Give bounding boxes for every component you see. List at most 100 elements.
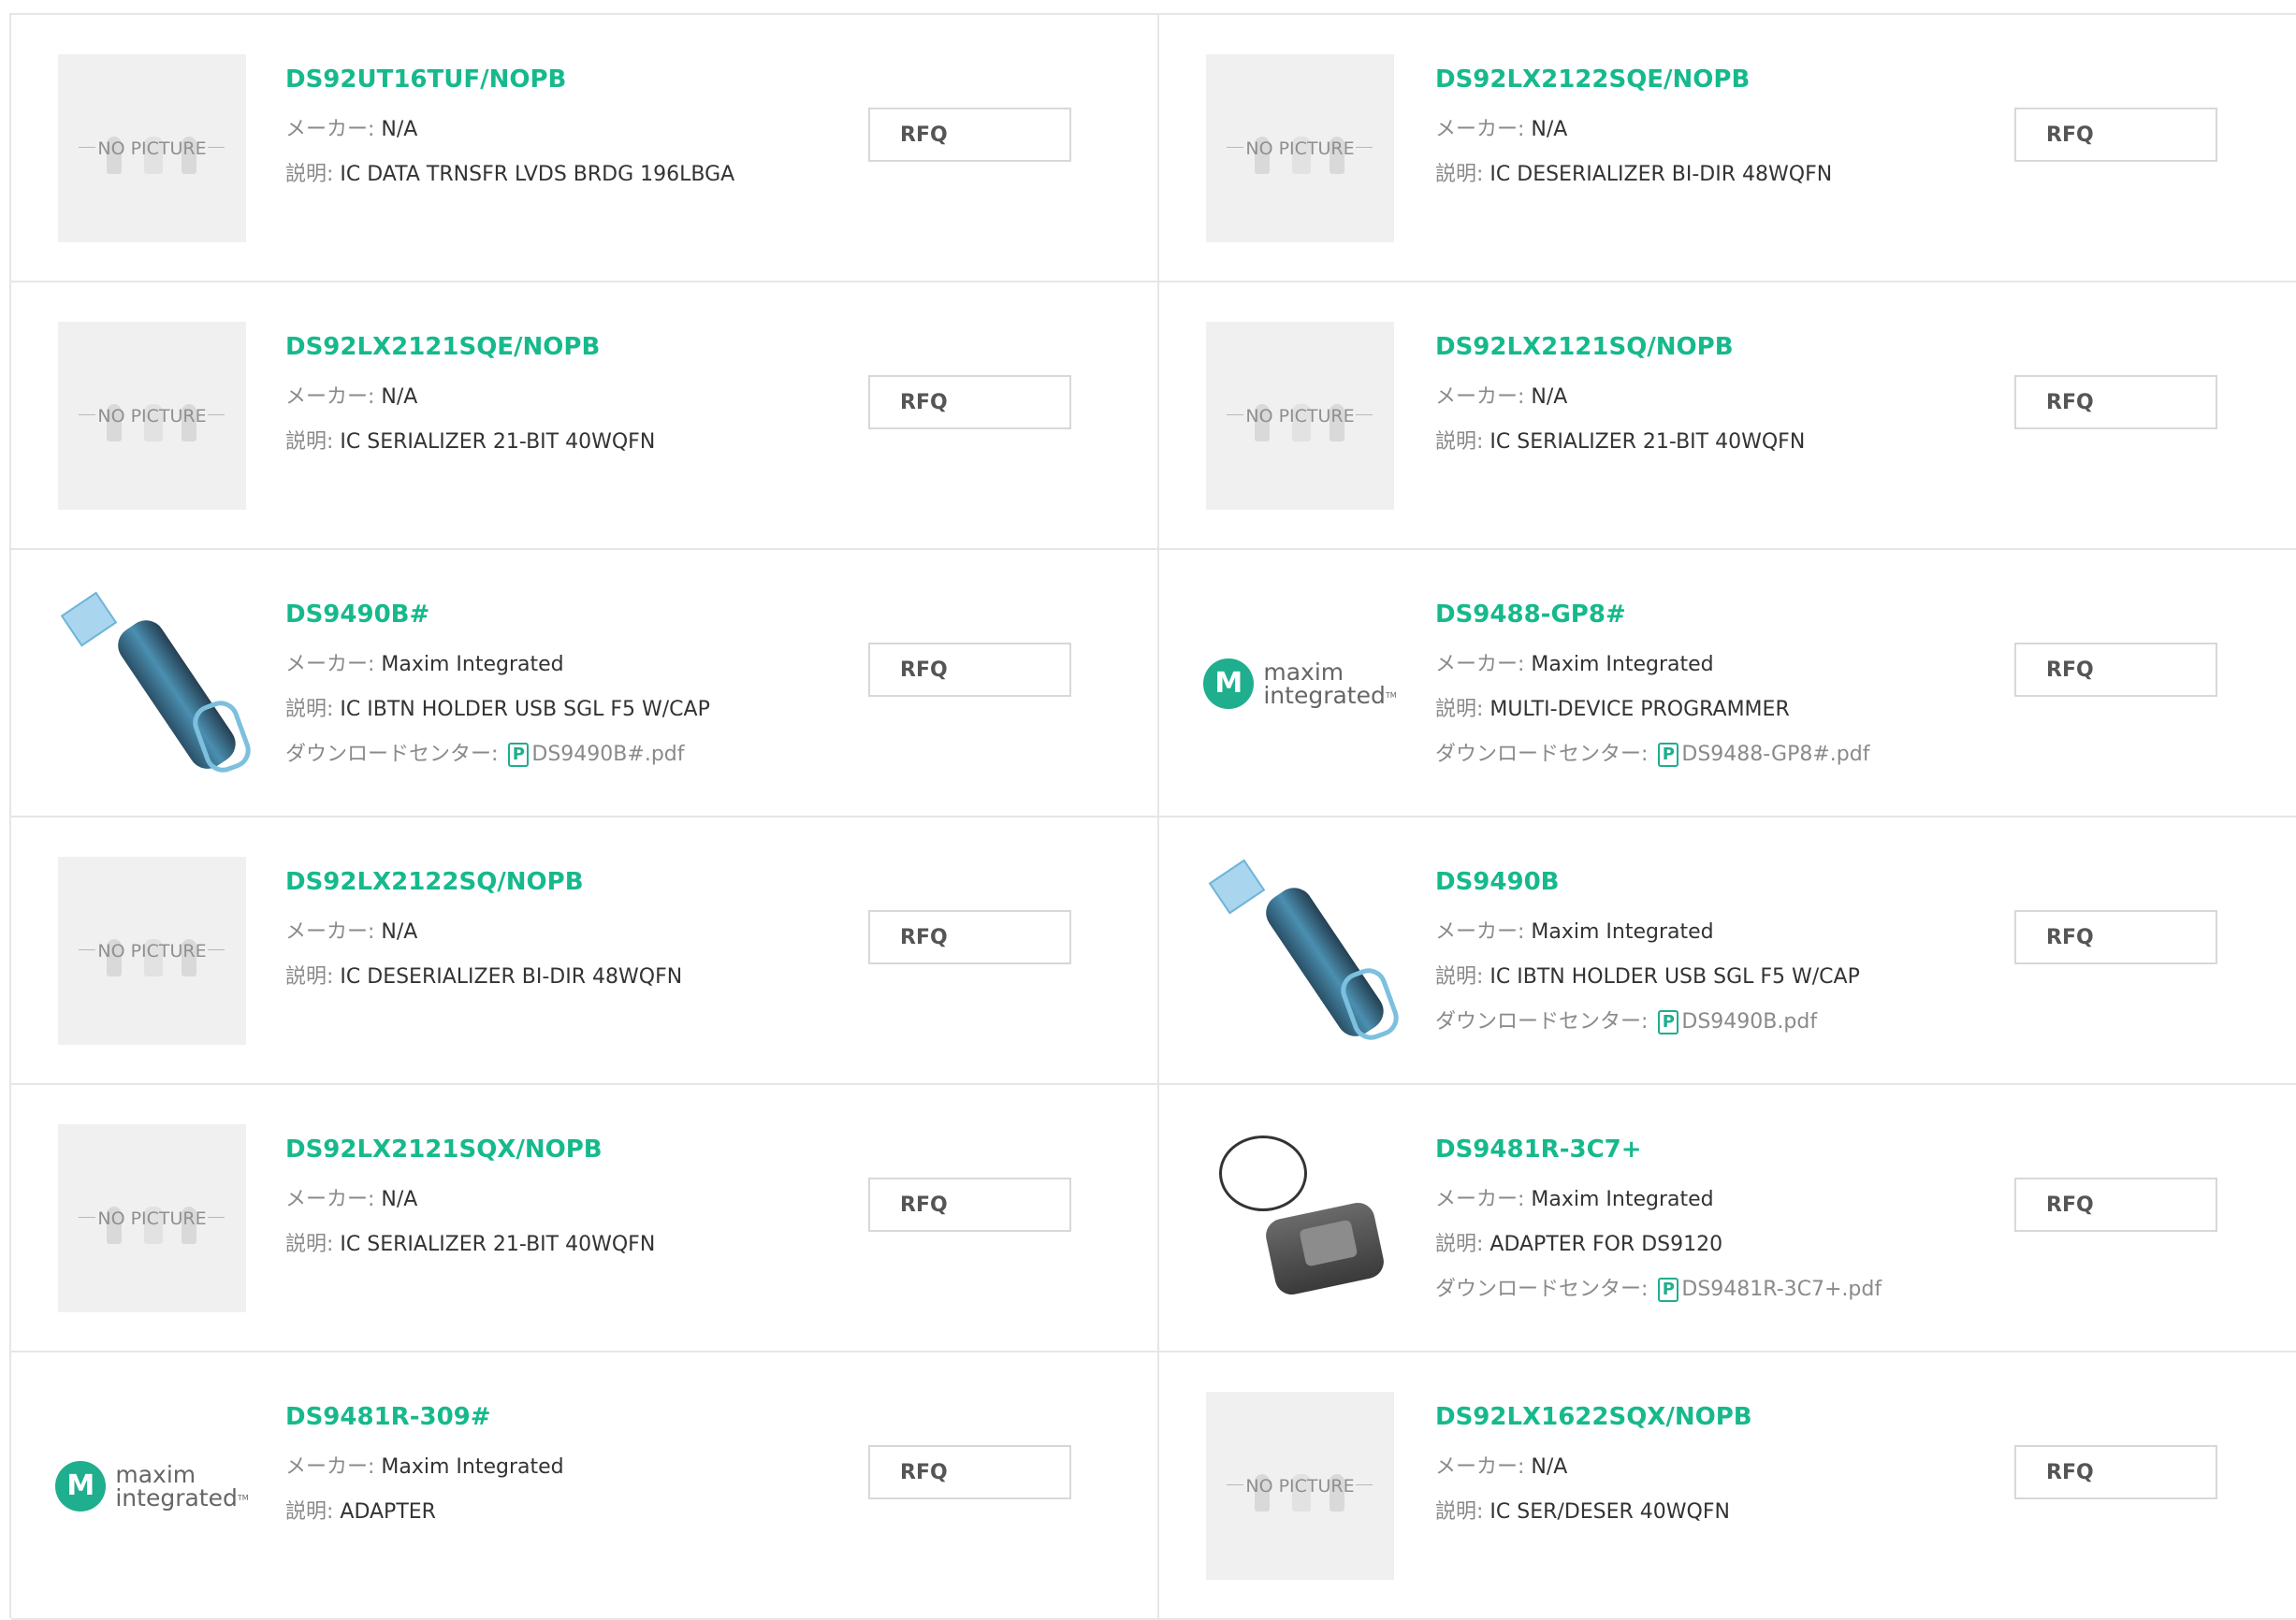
datasheet-pdf-link[interactable]: DS9490B#.pdf xyxy=(531,743,684,766)
no-picture-placeholder[interactable]: NO PICTURE xyxy=(1206,54,1394,242)
description-label: 説明: xyxy=(1435,1500,1490,1524)
description-value: ADAPTER FOR DS9120 xyxy=(1489,1233,1723,1256)
product-part-link[interactable]: DS9481R-3C7+ xyxy=(1435,1135,2015,1164)
maker-label: メーカー: xyxy=(1435,920,1532,944)
rfq-button[interactable]: RFQ xyxy=(868,375,1071,429)
rfq-button[interactable]: RFQ xyxy=(868,643,1071,697)
maxim-logo-line2-text: integrated xyxy=(115,1483,238,1512)
rfq-button[interactable]: RFQ xyxy=(2014,1178,2217,1232)
product-part-link[interactable]: DS92LX2121SQX/NOPB xyxy=(285,1135,877,1164)
trademark-mark: TM xyxy=(237,1493,249,1502)
datasheet-pdf-link[interactable]: DS9481R-3C7+.pdf xyxy=(1681,1278,1882,1301)
description-row: 説明: IC SER/DESER 40WQFN xyxy=(1435,1495,2015,1525)
product-thumbnail[interactable] xyxy=(1206,857,1404,1046)
rfq-button[interactable]: RFQ xyxy=(2014,1445,2217,1499)
product-part-link[interactable]: DS92LX2122SQE/NOPB xyxy=(1435,65,2015,94)
rfq-button[interactable]: RFQ xyxy=(2014,643,2217,697)
product-part-link[interactable]: DS9490B xyxy=(1435,868,2015,896)
pdf-icon: P xyxy=(1658,1278,1679,1302)
product-card: NO PICTURE DS92LX2121SQE/NOPB メーカー: N/A 説明:… xyxy=(11,282,1159,550)
rfq-button[interactable]: RFQ xyxy=(2014,375,2217,429)
product-info: DS92LX2121SQX/NOPB メーカー: N/A 説明: IC SERIAL… xyxy=(285,1135,877,1272)
maker-value: N/A xyxy=(381,920,418,944)
maker-value: Maxim Integrated xyxy=(1531,1188,1714,1211)
no-picture-text: NO PICTURE xyxy=(1245,406,1355,427)
maker-value: Maxim Integrated xyxy=(381,653,564,676)
maker-row: メーカー: Maxim Integrated xyxy=(285,647,877,677)
description-row: 説明: IC IBTN HOLDER USB SGL F5 W/CAP xyxy=(1435,960,2015,990)
product-part-link[interactable]: DS92LX1622SQX/NOPB xyxy=(1435,1403,2015,1431)
rfq-button[interactable]: RFQ xyxy=(868,108,1071,162)
no-picture-placeholder[interactable]: NO PICTURE xyxy=(58,54,246,242)
product-card: NO PICTURE DS92LX1622SQX/NOPB メーカー: N/A 説明:… xyxy=(1159,1352,2296,1620)
description-label: 説明: xyxy=(285,163,341,186)
description-label: 説明: xyxy=(1435,163,1490,186)
description-row: 説明: IC SERIALIZER 21-BIT 40WQFN xyxy=(285,425,877,455)
description-row: 説明: MULTI-DEVICE PROGRAMMER xyxy=(1435,692,2015,722)
maker-row: メーカー: N/A xyxy=(285,1182,877,1212)
no-picture-placeholder[interactable]: NO PICTURE xyxy=(58,1124,246,1312)
maker-row: メーカー: Maxim Integrated xyxy=(1435,1182,2015,1212)
rfq-button[interactable]: RFQ xyxy=(868,1445,1071,1499)
product-part-link[interactable]: DS92UT16TUF/NOPB xyxy=(285,65,877,94)
no-picture-text: NO PICTURE xyxy=(1245,138,1355,159)
usb-cap xyxy=(1208,859,1266,915)
download-label: ダウンロードセンター: xyxy=(285,743,505,766)
product-part-link[interactable]: DS9488-GP8# xyxy=(1435,600,2015,629)
datasheet-pdf-link[interactable]: DS9490B.pdf xyxy=(1681,1010,1817,1034)
pdf-icon: P xyxy=(508,743,530,767)
download-row: ダウンロードセンター: P DS9488-GP8#.pdf xyxy=(1435,737,2015,767)
product-thumbnail[interactable] xyxy=(1206,1124,1394,1312)
adapter-box xyxy=(1262,1199,1388,1298)
rfq-button[interactable]: RFQ xyxy=(2014,910,2217,964)
maker-row: メーカー: N/A xyxy=(1435,380,2015,410)
datasheet-pdf-link[interactable]: DS9488-GP8#.pdf xyxy=(1681,743,1869,766)
maker-row: メーカー: N/A xyxy=(285,915,877,945)
no-picture-placeholder[interactable]: NO PICTURE xyxy=(1206,322,1394,510)
rfq-button[interactable]: RFQ xyxy=(2014,108,2217,162)
maker-value: N/A xyxy=(381,385,418,409)
description-row: 説明: IC IBTN HOLDER USB SGL F5 W/CAP xyxy=(285,692,877,722)
product-part-link[interactable]: DS92LX2122SQ/NOPB xyxy=(285,868,877,896)
product-card: Mmaxim integratedTM DS9481R-309# メーカー: Maxi… xyxy=(11,1352,1159,1620)
maker-row: メーカー: Maxim Integrated xyxy=(1435,647,2015,677)
product-card: NO PICTURE DS92LX2121SQX/NOPB メーカー: N/A 説明:… xyxy=(11,1085,1159,1352)
maxim-logo-line2-text: integrated xyxy=(1263,681,1386,709)
product-card: NO PICTURE DS92LX2122SQ/NOPB メーカー: N/A 説明: … xyxy=(11,817,1159,1085)
product-part-link[interactable]: DS92LX2121SQ/NOPB xyxy=(1435,333,2015,361)
product-thumbnail[interactable]: Mmaxim integratedTM xyxy=(1203,589,1397,777)
maker-row: メーカー: N/A xyxy=(285,112,877,142)
description-value: IC DESERIALIZER BI-DIR 48WQFN xyxy=(340,965,683,989)
no-picture-placeholder[interactable]: NO PICTURE xyxy=(58,857,246,1045)
maker-label: メーカー: xyxy=(285,920,382,944)
download-label: ダウンロードセンター: xyxy=(1435,743,1655,766)
product-thumbnail[interactable]: Mmaxim integratedTM xyxy=(55,1392,249,1580)
description-row: 説明: IC SERIALIZER 21-BIT 40WQFN xyxy=(1435,425,2015,455)
product-part-link[interactable]: DS9481R-309# xyxy=(285,1403,877,1431)
description-row: 説明: IC DATA TRNSFR LVDS BRDG 196LBGA xyxy=(285,157,877,187)
product-thumbnail[interactable] xyxy=(58,589,256,778)
rfq-button[interactable]: RFQ xyxy=(868,910,1071,964)
rfq-button[interactable]: RFQ xyxy=(868,1178,1071,1232)
no-picture-placeholder[interactable]: NO PICTURE xyxy=(58,322,246,510)
description-row: 説明: ADAPTER xyxy=(285,1495,877,1525)
no-picture-text: NO PICTURE xyxy=(97,1208,207,1229)
maker-label: メーカー: xyxy=(285,385,382,409)
maker-label: メーカー: xyxy=(1435,1455,1532,1479)
trademark-mark: TM xyxy=(1385,690,1397,700)
product-part-link[interactable]: DS9490B# xyxy=(285,600,877,629)
no-picture-placeholder[interactable]: NO PICTURE xyxy=(1206,1392,1394,1580)
product-part-link[interactable]: DS92LX2121SQE/NOPB xyxy=(285,333,877,361)
maker-label: メーカー: xyxy=(285,653,382,676)
maker-value: N/A xyxy=(1531,385,1568,409)
adapter-cable xyxy=(1219,1135,1307,1211)
no-picture-text: NO PICTURE xyxy=(97,406,207,427)
product-card: NO PICTURE DS92LX2121SQ/NOPB メーカー: N/A 説明: … xyxy=(1159,282,2296,550)
maker-label: メーカー: xyxy=(285,1455,382,1479)
maker-row: メーカー: N/A xyxy=(1435,112,2015,142)
maxim-badge-icon: M xyxy=(1203,658,1255,709)
description-value: IC IBTN HOLDER USB SGL F5 W/CAP xyxy=(1489,965,1860,989)
description-label: 説明: xyxy=(1435,1233,1490,1256)
product-info: DS92LX2122SQE/NOPB メーカー: N/A 説明: IC DESERI… xyxy=(1435,65,2015,202)
description-value: MULTI-DEVICE PROGRAMMER xyxy=(1489,698,1790,721)
